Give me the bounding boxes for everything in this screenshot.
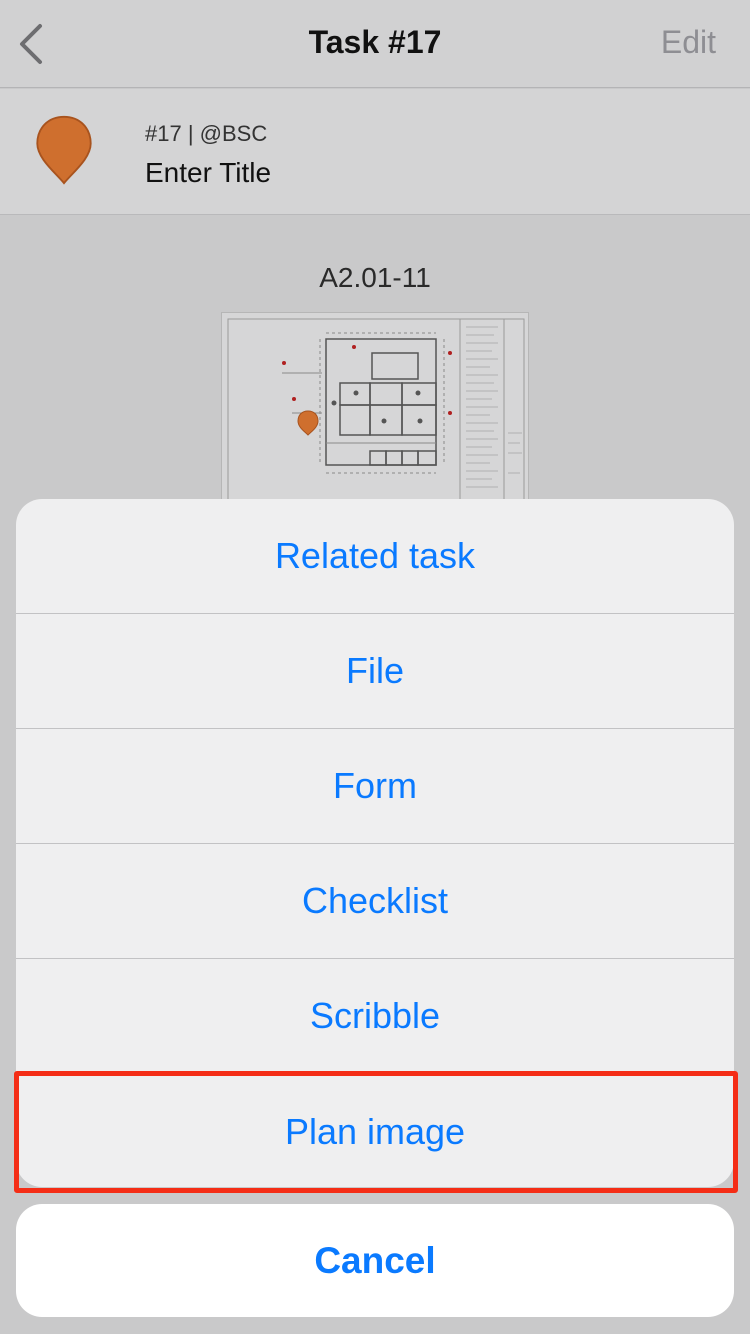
plan-label: A2.01-11 xyxy=(319,262,431,293)
edit-button[interactable]: Edit xyxy=(661,24,716,61)
navigation-bar: Task #17 Edit xyxy=(0,0,750,88)
form-option[interactable]: Form xyxy=(16,729,734,844)
map-pin-icon xyxy=(36,115,92,185)
task-header: #17 | @BSC Enter Title xyxy=(0,89,750,215)
task-title[interactable]: Enter Title xyxy=(145,157,271,189)
plan-pin-icon xyxy=(297,410,319,436)
related-task-option[interactable]: Related task xyxy=(16,499,734,614)
page-title: Task #17 xyxy=(308,24,442,60)
checklist-option[interactable]: Checklist xyxy=(16,844,734,959)
floor-plan-drawing xyxy=(227,318,525,507)
plan-image-option[interactable]: Plan image xyxy=(16,1074,734,1187)
cancel-button[interactable]: Cancel xyxy=(16,1204,734,1317)
scribble-option[interactable]: Scribble xyxy=(16,959,734,1074)
task-meta: #17 | @BSC xyxy=(145,121,268,146)
action-sheet: Related task File Form Checklist Scribbl… xyxy=(16,499,734,1187)
file-option[interactable]: File xyxy=(16,614,734,729)
plan-thumbnail[interactable] xyxy=(221,312,529,508)
